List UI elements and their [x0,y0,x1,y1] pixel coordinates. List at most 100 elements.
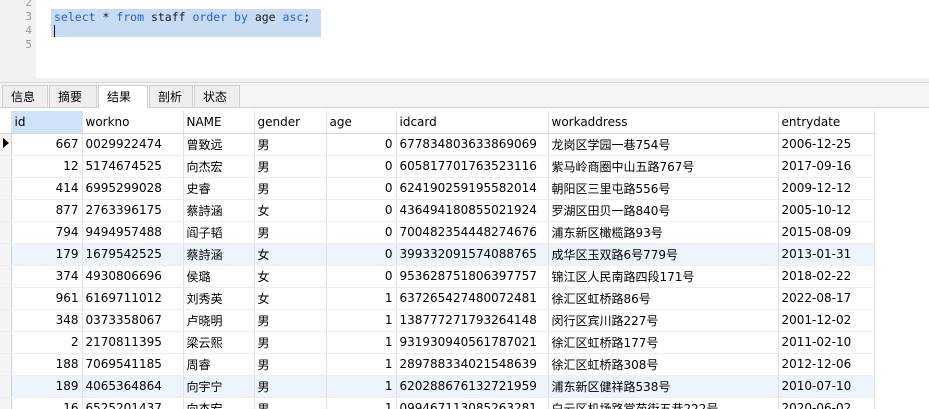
cell-idcard[interactable]: 931930940561787021 [396,331,549,354]
cell-idcard[interactable]: 399332091574088765 [396,243,549,266]
column-header-entrydate[interactable]: entrydate [778,111,875,134]
sql-editor[interactable]: 2 3 4 5 select * from staff order by age… [0,0,929,78]
cell-gender[interactable]: 男 [254,155,327,178]
cell-id[interactable]: 374 [11,265,83,288]
row-indicator[interactable] [0,309,12,332]
table-row[interactable]: 12 5174674525 向杰宏男 0 605817701763523116 紫马岭商圈… [0,155,875,178]
row-indicator[interactable] [0,287,12,310]
cell-entrydate[interactable]: 2017-09-16 [778,155,875,178]
row-indicator[interactable] [0,133,12,156]
cell-idcard[interactable]: 138777271793264148 [396,309,549,332]
tab-status[interactable]: 状态 [194,85,240,107]
cell-workaddress[interactable]: 锦江区人民南路四段171号 [548,265,779,288]
cell-entrydate[interactable]: 2001-12-02 [778,309,875,332]
cell-name[interactable]: 曾致远 [183,133,255,156]
cell-entrydate[interactable]: 2020-06-02 [778,397,875,409]
table-row[interactable]: 794 9494957488 阎子韬男 0 700482354448274676 浦东新区… [0,221,875,244]
cell-workaddress[interactable]: 徐汇区虹桥路177号 [548,331,779,354]
cell-idcard[interactable]: 620288676132721959 [396,375,549,398]
cell-idcard[interactable]: 637265427480072481 [396,287,549,310]
cell-workno[interactable]: 6995299028 [82,177,184,200]
row-indicator[interactable] [0,265,12,288]
cell-workno[interactable]: 0029922474 [82,133,184,156]
cell-gender[interactable]: 男 [254,331,327,354]
table-row[interactable]: 374 4930806696 侯璐女 0 953628751806397757 锦江区人民… [0,265,875,288]
cell-id[interactable]: 16 [11,397,83,409]
cell-workno[interactable]: 6169711012 [82,287,184,310]
tab-result-1[interactable]: 结果 1 [98,85,148,126]
cell-workno[interactable]: 7069541185 [82,353,184,376]
row-indicator[interactable] [0,397,12,409]
cell-age[interactable]: 1 [326,375,397,398]
cell-workaddress[interactable]: 浦东新区橄榄路93号 [548,221,779,244]
cell-workno[interactable]: 6525201437 [82,397,184,409]
tab-info[interactable]: 信息 [2,85,48,107]
cell-id[interactable]: 794 [11,221,83,244]
cell-workaddress[interactable]: 紫马岭商圈中山五路767号 [548,155,779,178]
column-header-name[interactable]: NAME [183,111,255,134]
cell-workaddress[interactable]: 朝阳区三里屯路556号 [548,177,779,200]
cell-idcard[interactable]: 624190259195582014 [396,177,549,200]
cell-gender[interactable]: 男 [254,375,327,398]
row-indicator[interactable] [0,375,12,398]
table-row[interactable]: 189 4065364864 向宇宁男 1 620288676132721959 浦东新区… [0,375,875,398]
grid-corner[interactable] [0,111,12,134]
cell-age[interactable]: 0 [326,221,397,244]
cell-gender[interactable]: 男 [254,309,327,332]
cell-age[interactable]: 0 [326,199,397,222]
cell-entrydate[interactable]: 2015-08-09 [778,221,875,244]
cell-workno[interactable]: 4065364864 [82,375,184,398]
cell-idcard[interactable]: 605817701763523116 [396,155,549,178]
cell-age[interactable]: 0 [326,155,397,178]
cell-workno[interactable]: 0373358067 [82,309,184,332]
cell-entrydate[interactable]: 2013-01-31 [778,243,875,266]
cell-idcard[interactable]: 436494180855021924 [396,199,549,222]
cell-entrydate[interactable]: 2022-08-17 [778,287,875,310]
cell-entrydate[interactable]: 2006-12-25 [778,133,875,156]
column-header-gender[interactable]: gender [254,111,327,134]
cell-entrydate[interactable]: 2012-12-06 [778,353,875,376]
cell-name[interactable]: 周睿 [183,353,255,376]
column-header-idcard[interactable]: idcard [396,111,549,134]
result-grid[interactable]: id workno NAME gender age idcard workaddress en… [0,111,929,409]
cell-age[interactable]: 1 [326,397,397,409]
column-header-age[interactable]: age [326,111,397,134]
cell-gender[interactable]: 女 [254,265,327,288]
cell-idcard[interactable]: 099467113085263281 [396,397,549,409]
cell-idcard[interactable]: 700482354448274676 [396,221,549,244]
cell-entrydate[interactable]: 2011-02-10 [778,331,875,354]
cell-id[interactable]: 12 [11,155,83,178]
table-row[interactable]: 16 6525201437 向杰宏男 1 099467113085263281 白云区机场… [0,397,875,409]
cell-idcard[interactable]: 289788334021548639 [396,353,549,376]
column-header-workno[interactable]: workno [82,111,184,134]
cell-age[interactable]: 1 [326,353,397,376]
tab-profile[interactable]: 剖析 [149,85,193,107]
cell-workaddress[interactable]: 成华区玉双路6号779号 [548,243,779,266]
cell-age[interactable]: 0 [326,243,397,266]
table-row[interactable]: 667 0029922474 曾致远男 0 677834803633869069 龙岗区学… [0,133,875,156]
cell-age[interactable]: 1 [326,331,397,354]
cell-entrydate[interactable]: 2010-07-10 [778,375,875,398]
cell-id[interactable]: 877 [11,199,83,222]
row-indicator[interactable] [0,177,12,200]
cell-name[interactable]: 刘秀英 [183,287,255,310]
cell-name[interactable]: 向杰宏 [183,397,255,409]
cell-workaddress[interactable]: 浦东新区健祥路538号 [548,375,779,398]
cell-age[interactable]: 0 [326,133,397,156]
cell-name[interactable]: 蔡詩涵 [183,243,255,266]
cell-age[interactable]: 1 [326,287,397,310]
cell-age[interactable]: 0 [326,177,397,200]
cell-id[interactable]: 2 [11,331,83,354]
row-indicator[interactable] [0,199,12,222]
cell-workaddress[interactable]: 龙岗区学园一巷754号 [548,133,779,156]
table-row[interactable]: 877 2763396175 蔡詩涵女 0 436494180855021924 罗湖区田… [0,199,875,222]
cell-age[interactable]: 0 [326,265,397,288]
cell-id[interactable]: 348 [11,309,83,332]
row-indicator[interactable] [0,353,12,376]
cell-name[interactable]: 史睿 [183,177,255,200]
cell-name[interactable]: 蔡詩涵 [183,199,255,222]
cell-workno[interactable]: 2763396175 [82,199,184,222]
cell-idcard[interactable]: 677834803633869069 [396,133,549,156]
cell-entrydate[interactable]: 2005-10-12 [778,199,875,222]
cell-workaddress[interactable]: 闵行区宾川路227号 [548,309,779,332]
